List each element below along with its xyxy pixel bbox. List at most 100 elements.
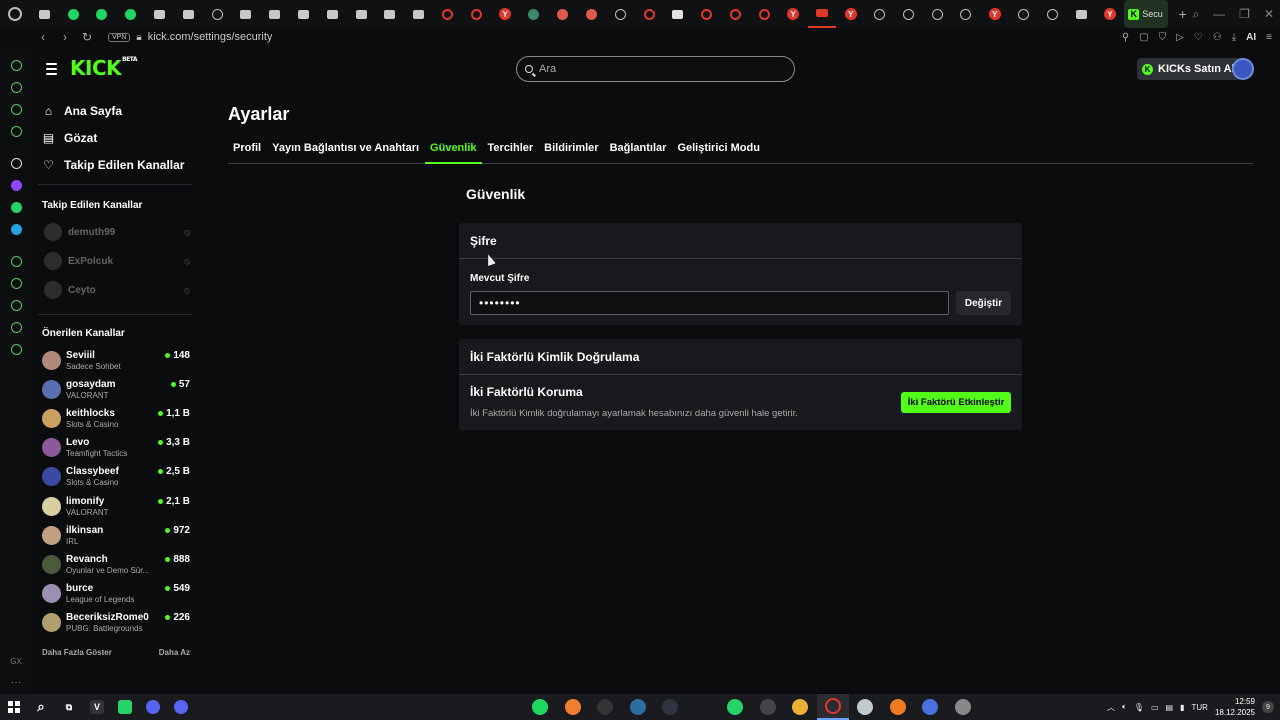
extensions-icon[interactable]: [0, 316, 32, 338]
search-input[interactable]: [539, 63, 769, 75]
volume-icon[interactable]: 🔈︎: [1122, 702, 1127, 712]
recommended-channel[interactable]: Revanch Oyunlar ve Demo Sür... 888: [42, 551, 190, 577]
taskbar-app[interactable]: [524, 694, 557, 720]
language-indicator[interactable]: TUR: [1192, 703, 1208, 712]
spotify-sidebar-icon[interactable]: [0, 250, 32, 272]
chatgpt-icon[interactable]: [0, 152, 32, 174]
heart-bookmark-icon[interactable]: ♡: [1194, 32, 1203, 43]
menu-toggle-icon[interactable]: [46, 63, 57, 78]
taskbar-app[interactable]: [816, 694, 849, 720]
network-icon[interactable]: ▤: [1166, 703, 1174, 712]
browser-tab[interactable]: [174, 0, 203, 28]
browser-tab[interactable]: [203, 0, 232, 28]
browser-tab[interactable]: [865, 0, 894, 28]
browser-tab[interactable]: [807, 0, 837, 28]
maximize-button[interactable]: ❐: [1239, 7, 1250, 21]
gx-cleaner-icon[interactable]: [0, 98, 32, 120]
recommended-channel[interactable]: limonify VALORANT 2,1 B: [42, 493, 190, 519]
browser-tab[interactable]: [1009, 0, 1038, 28]
recommended-channel[interactable]: BeceriksizRome0 PUBG: Battlegrounds 226: [42, 610, 190, 636]
adblock-icon[interactable]: ⛉: [1159, 32, 1167, 43]
browser-tab[interactable]: [289, 0, 318, 28]
browser-tab[interactable]: [59, 0, 88, 28]
windows-start-icon[interactable]: [8, 701, 20, 713]
download-icon[interactable]: ⤓: [1232, 32, 1236, 43]
search-bar[interactable]: [516, 56, 795, 82]
taskbar-app[interactable]: [719, 694, 752, 720]
browser-tab[interactable]: [520, 0, 549, 28]
browser-tab[interactable]: [1038, 0, 1067, 28]
taskbar-app[interactable]: [752, 694, 785, 720]
tab-preferences[interactable]: Tercihler: [483, 138, 539, 164]
forward-icon[interactable]: ›: [56, 30, 74, 44]
browser-tab[interactable]: [635, 0, 664, 28]
taskbar-app[interactable]: [589, 694, 622, 720]
tab-connections[interactable]: Bağlantılar: [605, 138, 672, 164]
taskbar-app[interactable]: [654, 694, 687, 720]
vpn-badge[interactable]: VPN: [108, 32, 131, 42]
nav-following[interactable]: ♡ Takip Edilen Kanallar: [42, 158, 184, 172]
buy-kicks-button[interactable]: K KICKs Satın Al: [1137, 58, 1242, 80]
discord-pinned-icon[interactable]: [146, 700, 160, 714]
browser-tab[interactable]: [376, 0, 405, 28]
whatsapp-sidebar-icon[interactable]: [0, 196, 32, 218]
browser-tab[interactable]: [548, 0, 577, 28]
recommended-channel[interactable]: ilkinsan IRL 972: [42, 522, 190, 548]
telegram-icon[interactable]: [0, 218, 32, 240]
browser-tab[interactable]: [664, 0, 693, 28]
settings-sidebar-icon[interactable]: [0, 338, 32, 360]
enable-two-factor-button[interactable]: İki Faktörü Etkinleştir: [901, 392, 1011, 413]
whatsapp-pinned-icon[interactable]: [118, 700, 132, 714]
active-tab[interactable]: K Secu: [1124, 0, 1169, 28]
browser-tab[interactable]: [318, 0, 347, 28]
back-icon[interactable]: ‹: [34, 30, 52, 44]
recommended-channel[interactable]: Classybeef Slots & Casino 2,5 B: [42, 464, 190, 490]
taskbar-app[interactable]: [557, 694, 590, 720]
recommended-channel[interactable]: keithlocks Slots & Casino 1,1 B: [42, 405, 190, 431]
browser-tab[interactable]: [750, 0, 779, 28]
browser-tab[interactable]: [30, 0, 59, 28]
followed-channel[interactable]: ExPolcuk ⦸: [44, 250, 190, 272]
recommended-channel[interactable]: Seviiil Sadece Sohbet 148: [42, 347, 190, 373]
browser-tab[interactable]: [88, 0, 117, 28]
taskbar-app[interactable]: [849, 694, 882, 720]
show-more-link[interactable]: Daha Fazla Göster: [42, 648, 112, 657]
twitch-icon[interactable]: [0, 174, 32, 196]
tab-security[interactable]: Güvenlik: [425, 138, 482, 164]
current-password-field[interactable]: [470, 291, 949, 315]
browser-tab[interactable]: Y: [779, 0, 808, 28]
browser-tab[interactable]: [606, 0, 635, 28]
recommended-channel[interactable]: gosaydam VALORANT 57: [42, 376, 190, 402]
browser-tab[interactable]: Y: [836, 0, 865, 28]
browser-tab[interactable]: [116, 0, 145, 28]
user-avatar[interactable]: [1232, 58, 1254, 80]
browser-tab[interactable]: Y: [1095, 0, 1124, 28]
ai-button[interactable]: AI: [1246, 32, 1256, 43]
microphone-icon[interactable]: 🎙︎: [1134, 703, 1144, 712]
bookmark-icon[interactable]: ⚲: [1122, 32, 1129, 43]
browser-tab[interactable]: [232, 0, 261, 28]
show-less-link[interactable]: Daha Az: [159, 648, 190, 657]
battery-icon[interactable]: ▮: [1180, 703, 1184, 712]
minimize-button[interactable]: —: [1213, 7, 1225, 21]
taskbar-app[interactable]: [622, 694, 655, 720]
taskbar-app[interactable]: [882, 694, 915, 720]
tab-profile[interactable]: Profil: [228, 138, 266, 164]
search-taskbar-icon[interactable]: ⌕: [34, 699, 48, 714]
followed-channel[interactable]: demuth99 ⦸: [44, 221, 190, 243]
reload-icon[interactable]: ↻: [78, 30, 96, 44]
close-window-button[interactable]: ✕: [1264, 7, 1274, 21]
taskbar-app[interactable]: [947, 694, 980, 720]
browser-tab[interactable]: [952, 0, 981, 28]
tray-chevron-icon[interactable]: ︿: [1107, 702, 1115, 713]
browser-tab[interactable]: [692, 0, 721, 28]
lock-icon[interactable]: 🔒︎: [136, 32, 141, 43]
tab-stream-key[interactable]: Yayın Bağlantısı ve Anahtarı: [267, 138, 424, 164]
change-password-button[interactable]: Değiştir: [956, 291, 1011, 315]
browser-tab[interactable]: [721, 0, 750, 28]
recommended-channel[interactable]: Levo Teamfight Tactics 3,3 B: [42, 435, 190, 461]
browser-tab[interactable]: [462, 0, 491, 28]
recommended-channel[interactable]: burce League of Legends 549: [42, 581, 190, 607]
url-field[interactable]: kick.com/settings/security: [148, 31, 273, 43]
tab-notifications[interactable]: Bildirimler: [539, 138, 603, 164]
